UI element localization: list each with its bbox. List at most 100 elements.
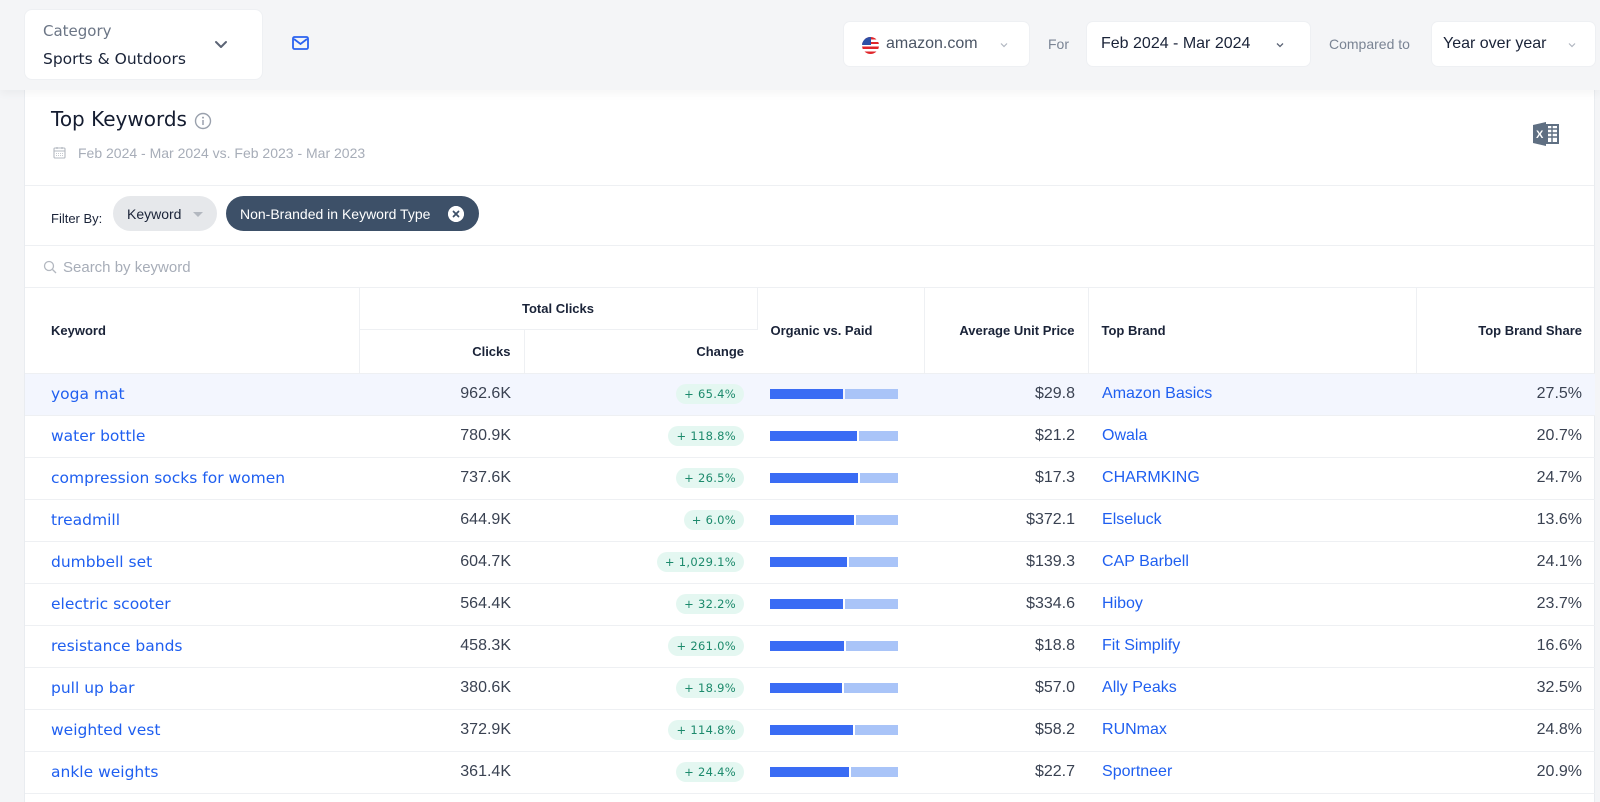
organic-bar-segment <box>770 389 844 399</box>
top-brand-link[interactable]: RUNmax <box>1088 709 1417 752</box>
table-row[interactable]: ankle weights 361.4K + 24.4% $22.7 Sportneer… <box>25 751 1596 794</box>
marketplace-select[interactable]: amazon.com <box>843 21 1030 67</box>
excel-export-icon[interactable]: X <box>1532 121 1560 147</box>
change-cell: + 32.2% <box>524 583 758 626</box>
top-brand-link[interactable]: Fit Simplify <box>1088 625 1417 668</box>
top-brand-link[interactable]: CHARMKING <box>1088 457 1417 500</box>
organic-paid-cell <box>757 751 925 794</box>
change-badge: + 32.2% <box>676 594 745 614</box>
table-row[interactable]: pull up bar 380.6K + 18.9% $57.0 Ally Peaks 3… <box>25 667 1596 710</box>
marketplace-value: amazon.com <box>886 35 978 52</box>
change-badge: + 65.4% <box>676 384 745 404</box>
keyword-link[interactable]: dumbbell set <box>25 541 359 584</box>
clicks-value: 564.4K <box>359 583 524 626</box>
active-filter-chip[interactable]: Non-Branded in Keyword Type <box>226 196 479 231</box>
top-brand-share-value: 24.1% <box>1416 541 1596 584</box>
top-brand-link[interactable]: Amazon Basics <box>1088 373 1417 416</box>
top-brand-share-value: 24.7% <box>1416 457 1596 500</box>
keyword-link[interactable]: resistance bands <box>25 625 359 668</box>
top-brand-share-value: 20.9% <box>1416 751 1596 794</box>
change-cell: + 261.0% <box>524 625 758 668</box>
avg-price-value: $139.3 <box>924 541 1089 584</box>
keyword-link[interactable]: ankle weights <box>25 751 359 794</box>
column-header-organic-paid[interactable]: Organic vs. Paid <box>757 288 925 374</box>
keyword-link[interactable]: treadmill <box>25 499 359 542</box>
clicks-value: 962.6K <box>359 373 524 416</box>
filter-field-dropdown[interactable]: Keyword <box>113 196 217 231</box>
table-row[interactable]: water bottle 780.9K + 118.8% $21.2 Owala 20.7… <box>25 415 1596 458</box>
column-header-top-brand[interactable]: Top Brand <box>1088 288 1417 374</box>
top-brand-link[interactable]: Hiboy <box>1088 583 1417 626</box>
keyword-link[interactable]: weighted vest <box>25 709 359 752</box>
table-row[interactable]: weighted vest 372.9K + 114.8% $58.2 RUNmax 24… <box>25 709 1596 752</box>
mail-icon[interactable] <box>292 36 309 50</box>
top-brand-link[interactable]: Elseluck <box>1088 499 1417 542</box>
organic-paid-bar <box>770 767 899 777</box>
organic-paid-cell <box>757 625 925 668</box>
avg-price-value: $58.2 <box>924 709 1089 752</box>
keyword-link[interactable]: electric scooter <box>25 583 359 626</box>
column-header-clicks[interactable]: Clicks <box>359 329 525 374</box>
filter-by-label: Filter By: <box>51 211 103 226</box>
organic-paid-cell <box>757 583 925 626</box>
column-header-top-brand-share[interactable]: Top Brand Share <box>1416 288 1596 374</box>
avg-price-value: $21.2 <box>924 415 1089 458</box>
paid-bar-segment <box>846 641 899 651</box>
change-badge: + 18.9% <box>676 678 745 698</box>
top-brand-link[interactable]: Owala <box>1088 415 1417 458</box>
change-cell: + 65.4% <box>524 373 758 416</box>
top-brand-share-value: 16.6% <box>1416 625 1596 668</box>
keyword-link[interactable]: yoga mat <box>25 373 359 416</box>
organic-bar-segment <box>770 641 845 651</box>
avg-price-value: $22.7 <box>924 751 1089 794</box>
paid-bar-segment <box>856 515 899 525</box>
chevron-down-icon <box>1276 43 1284 48</box>
organic-bar-segment <box>770 599 844 609</box>
chevron-down-icon <box>1000 43 1008 48</box>
keywords-table: Keyword Total Clicks Organic vs. Paid Av… <box>25 288 1596 794</box>
paid-bar-segment <box>843 683 899 693</box>
table-row[interactable]: treadmill 644.9K + 6.0% $372.1 Elseluck 13.6% <box>25 499 1596 542</box>
us-flag-icon <box>862 37 879 54</box>
clicks-value: 604.7K <box>359 541 524 584</box>
avg-price-value: $18.8 <box>924 625 1089 668</box>
table-row[interactable]: compression socks for women 737.6K + 26.5%… <box>25 457 1596 500</box>
keyword-link[interactable]: compression socks for women <box>25 457 359 500</box>
organic-paid-cell <box>757 667 925 710</box>
change-cell: + 26.5% <box>524 457 758 500</box>
table-row[interactable]: resistance bands 458.3K + 261.0% $18.8 Fit S… <box>25 625 1596 668</box>
column-header-avg-price[interactable]: Average Unit Price <box>924 288 1089 374</box>
table-row[interactable]: electric scooter 564.4K + 32.2% $334.6 Hiboy… <box>25 583 1596 626</box>
table-row[interactable]: yoga mat 962.6K + 65.4% $29.8 Amazon Basics 2… <box>25 373 1596 416</box>
keyword-search-input[interactable] <box>63 255 663 279</box>
column-header-keyword[interactable]: Keyword <box>25 288 360 374</box>
category-select[interactable]: Category Sports & Outdoors <box>24 9 263 80</box>
chevron-down-icon <box>1568 43 1576 48</box>
clicks-value: 361.4K <box>359 751 524 794</box>
keyword-link[interactable]: water bottle <box>25 415 359 458</box>
column-header-change[interactable]: Change <box>524 329 758 374</box>
top-brand-link[interactable]: Ally Peaks <box>1088 667 1417 710</box>
keyword-link[interactable]: pull up bar <box>25 667 359 710</box>
organic-paid-bar <box>770 515 899 525</box>
top-brand-link[interactable]: Sportneer <box>1088 751 1417 794</box>
remove-filter-icon[interactable] <box>448 206 464 222</box>
table-row[interactable]: dumbbell set 604.7K + 1,029.1% $139.3 CAP Ba… <box>25 541 1596 584</box>
top-brand-share-value: 20.7% <box>1416 415 1596 458</box>
change-cell: + 6.0% <box>524 499 758 542</box>
paid-bar-segment <box>855 725 899 735</box>
change-badge: + 1,029.1% <box>656 552 745 572</box>
top-brand-share-value: 32.5% <box>1416 667 1596 710</box>
avg-price-value: $334.6 <box>924 583 1089 626</box>
avg-price-value: $29.8 <box>924 373 1089 416</box>
organic-paid-cell <box>757 415 925 458</box>
date-comparison: Feb 2024 - Mar 2024 vs. Feb 2023 - Mar 2… <box>78 145 366 161</box>
chevron-down-icon <box>215 41 227 48</box>
filter-field-value: Keyword <box>127 206 182 222</box>
compare-mode-select[interactable]: Year over year <box>1431 21 1596 67</box>
organic-paid-bar <box>770 725 899 735</box>
clicks-value: 780.9K <box>359 415 524 458</box>
info-icon[interactable] <box>194 112 212 130</box>
date-range-select[interactable]: Feb 2024 - Mar 2024 <box>1086 21 1311 67</box>
top-brand-link[interactable]: CAP Barbell <box>1088 541 1417 584</box>
